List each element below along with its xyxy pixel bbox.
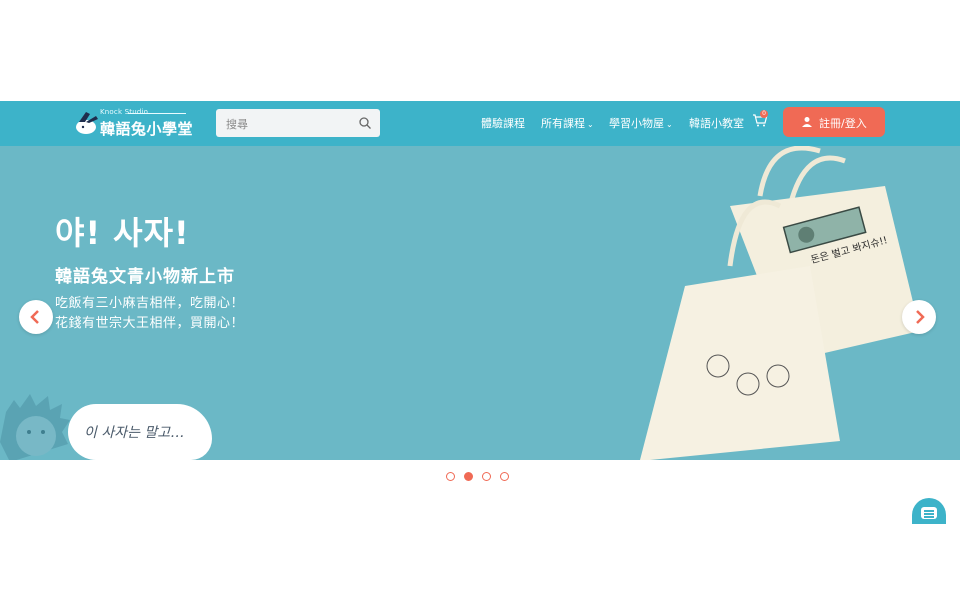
carousel-dot-2[interactable]	[464, 472, 473, 481]
chevron-left-icon	[30, 310, 39, 324]
chat-widget-button[interactable]	[912, 498, 946, 524]
search-input[interactable]: 搜尋	[216, 109, 380, 137]
nav-label: 韓語小教室	[689, 117, 744, 130]
logo-studio-text: Knock Studio	[100, 108, 149, 116]
nav-korean-classroom[interactable]: 韓語小教室	[689, 115, 744, 131]
search-icon[interactable]	[358, 116, 372, 130]
carousel-next-button[interactable]	[902, 300, 936, 334]
site-logo[interactable]: Knock Studio 韓語兔小學堂	[74, 108, 194, 140]
logo-name: 韓語兔小學堂	[100, 120, 194, 138]
banner-subtext-line1: 吃飯有三小麻吉相伴，吃開心！	[55, 296, 245, 311]
chevron-down-icon: ⌄	[587, 120, 594, 129]
speech-bubble: 이 사자는 말고…	[68, 404, 212, 460]
cart-count-badge: 0	[760, 110, 768, 118]
nav-trial-courses[interactable]: 體驗課程	[481, 115, 525, 131]
chevron-down-icon: ⌄	[666, 120, 673, 129]
user-icon	[802, 117, 812, 127]
carousel-dot-3[interactable]	[482, 472, 491, 481]
banner-headline-chinese: 韓語兔文青小物新上市	[55, 267, 235, 287]
chat-icon	[921, 507, 937, 519]
lion-illustration	[0, 394, 70, 460]
tote-bags-image: 돈은 벌고 봐지슈!!	[640, 146, 920, 460]
cart-button[interactable]: 0	[752, 110, 770, 130]
rabbit-logo-icon	[76, 112, 98, 134]
login-label: 註冊/登入	[819, 117, 867, 130]
nav-learning-shop[interactable]: 學習小物屋 ⌄	[609, 115, 673, 131]
nav-label: 所有課程	[541, 117, 585, 130]
banner-headline-korean: 야! 사자!	[55, 214, 190, 252]
nav-label: 體驗課程	[481, 117, 525, 130]
carousel-dot-1[interactable]	[446, 472, 455, 481]
carousel-prev-button[interactable]	[19, 300, 53, 334]
carousel-dot-4[interactable]	[500, 472, 509, 481]
banner-subtext-line2: 花錢有世宗大王相伴，買開心！	[55, 316, 245, 331]
login-register-button[interactable]: 註冊/登入	[783, 107, 885, 137]
search-placeholder: 搜尋	[226, 118, 248, 131]
chevron-right-icon	[916, 310, 925, 324]
logo-divider	[128, 113, 186, 114]
speech-bubble-text: 이 사자는 말고…	[84, 425, 185, 441]
nav-label: 學習小物屋	[609, 117, 664, 130]
nav-all-courses[interactable]: 所有課程 ⌄	[541, 115, 594, 131]
